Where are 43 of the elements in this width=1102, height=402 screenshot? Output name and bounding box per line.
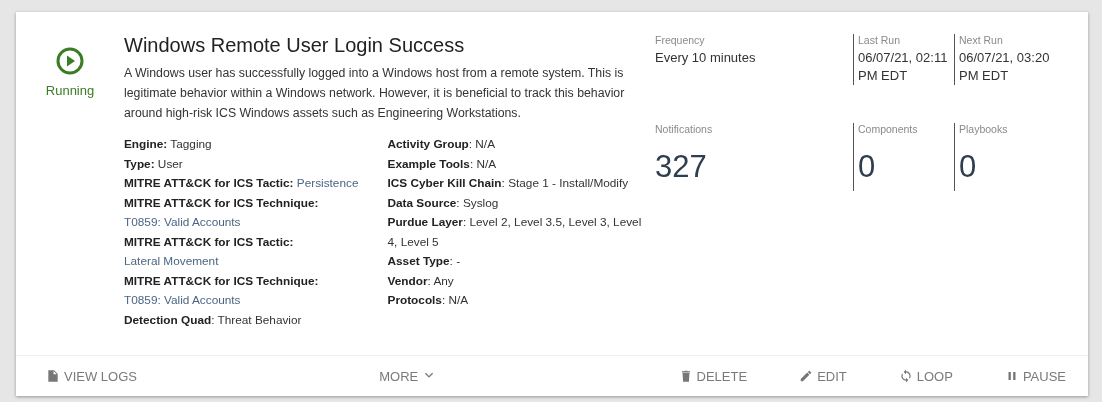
field-label: Last Run — [858, 34, 902, 46]
detail-text: Detection Quad: Threat Behavior — [124, 311, 303, 329]
pencil-icon — [799, 369, 814, 383]
detail-text: Engine: Tagging — [124, 136, 213, 153]
detail-text: MITRE ATT&CK for ICS Tactic: Persistence — [124, 175, 360, 192]
count-value: 0 — [959, 149, 978, 185]
detail-text: Purdue Layer: Level 2, Level 3.5, Level 3, Level 4, Level 5 — [387, 214, 643, 251]
document-icon — [46, 369, 60, 383]
action-button[interactable]: PAUSE — [1002, 364, 1068, 388]
field-value: 06/07/21, 02:11 PM EDT — [858, 49, 949, 85]
field-value: 06/07/21, 03:20 PM EDT — [959, 49, 1051, 85]
rule-title: Windows Remote User Login Success — [124, 34, 466, 57]
detail-link[interactable]: T0859: Valid Accounts — [124, 215, 241, 229]
detail-text: Activity Group: N/A — [387, 136, 497, 153]
detail-text: Vendor: Any — [387, 272, 455, 290]
detail-text: Asset Type: - — [387, 253, 462, 270]
count-label: Notifications — [655, 123, 714, 135]
detail-text: Protocols: N/A — [387, 292, 470, 309]
detail-text: Data Source: Syslog — [387, 194, 500, 212]
count-value: 0 — [858, 149, 877, 185]
count-label: Playbooks — [959, 123, 1009, 135]
field-label: Next Run — [959, 34, 1004, 46]
detail-text: MITRE ATT&CK for ICS Technique: T0859: Valid Accounts — [124, 272, 320, 309]
action-button[interactable]: EDIT — [797, 364, 849, 388]
status-label: Running — [45, 83, 95, 98]
loop-icon — [898, 369, 913, 383]
detail-text: MITRE ATT&CK for ICS Tactic: Lateral Movement — [124, 233, 295, 270]
field-label: Frequency — [655, 34, 706, 46]
rule-description: A Windows user has successfully logged into a Windows host from a remote system. This is legitimate behavior within a Windows network. However, it is beneficial to track this behavior around high-risk ICS Windows assets such as Engineering Workstations. — [124, 65, 626, 122]
detail-link[interactable]: T0859: Valid Accounts — [124, 293, 241, 307]
detail-text: MITRE ATT&CK for ICS Technique: T0859: Valid Accounts — [124, 194, 320, 231]
detail-text: Type: User — [124, 155, 184, 173]
detail-link[interactable]: Lateral Movement — [124, 254, 219, 268]
action-button[interactable]: DELETE — [676, 364, 750, 388]
action-button[interactable]: VIEW LOGS — [44, 364, 139, 388]
detail-link[interactable]: Persistence — [296, 176, 359, 190]
action-button[interactable]: LOOP — [896, 364, 955, 388]
count-label: Components — [858, 123, 919, 135]
action-button[interactable]: MORE — [377, 364, 439, 388]
count-value: 327 — [655, 149, 708, 185]
field-value: Every 10 minutes — [655, 49, 757, 67]
detail-text: Example Tools: N/A — [387, 155, 498, 173]
detail-text: ICS Cyber Kill Chain: Stage 1 - Install/Modify — [387, 175, 630, 192]
